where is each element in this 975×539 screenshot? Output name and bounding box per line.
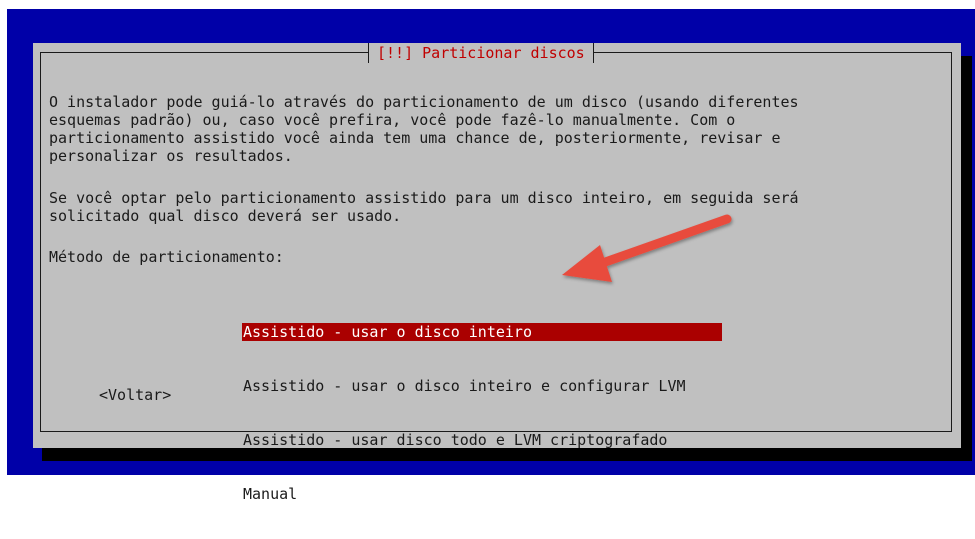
dialog-title: [!!] Particionar discos: [368, 43, 594, 63]
back-button[interactable]: <Voltar>: [99, 386, 171, 404]
method-label: Método de particionamento:: [49, 248, 284, 266]
option-assisted-encrypted-lvm[interactable]: Assistido - usar disco todo e LVM cripto…: [242, 431, 722, 449]
option-assisted-lvm[interactable]: Assistido - usar o disco inteiro e confi…: [242, 377, 722, 395]
option-assisted-whole-disk[interactable]: Assistido - usar o disco inteiro: [242, 323, 722, 341]
assisted-paragraph: Se você optar pelo particionamento assis…: [49, 189, 799, 225]
partition-dialog: [!!] Particionar discos O instalador pod…: [33, 43, 961, 503]
partition-method-list: Assistido - usar o disco inteiro Assisti…: [242, 287, 722, 539]
option-manual[interactable]: Manual: [242, 485, 722, 503]
intro-paragraph: O instalador pode guiá-lo através do par…: [49, 93, 799, 165]
